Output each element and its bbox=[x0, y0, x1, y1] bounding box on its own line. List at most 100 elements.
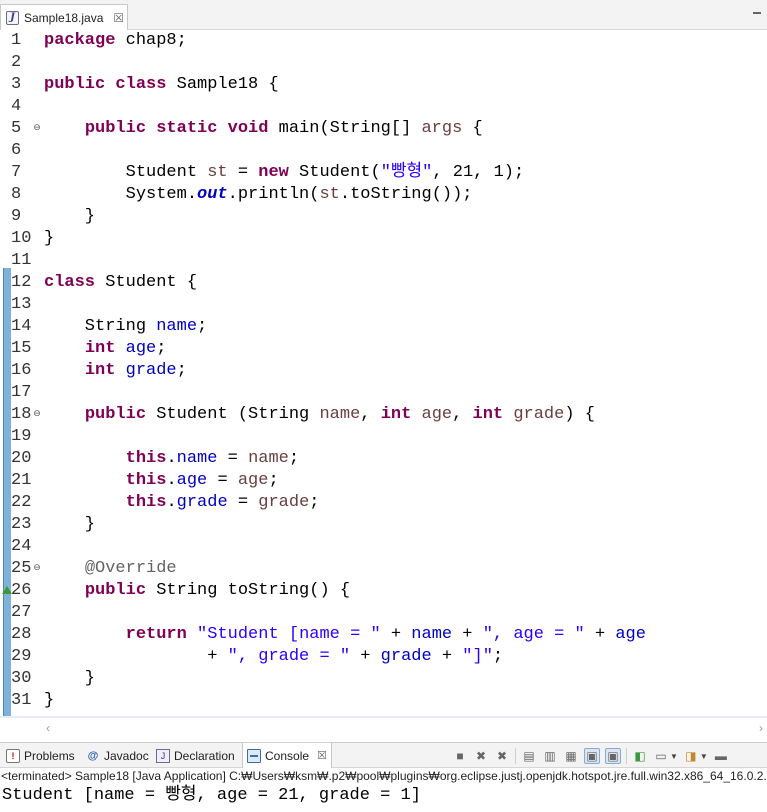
show-on-stderr-icon[interactable]: ▣ bbox=[605, 748, 621, 764]
code-line[interactable]: 31} bbox=[0, 690, 767, 712]
tab-console[interactable]: Console ☒ bbox=[242, 743, 332, 768]
line-number: 29 bbox=[11, 647, 32, 666]
show-on-stdout-icon[interactable]: ▣ bbox=[584, 748, 600, 764]
code-line[interactable]: 19 bbox=[0, 426, 767, 448]
code-line[interactable]: 1 package chap8; bbox=[0, 30, 767, 52]
code-line[interactable]: 28 return "Student [name = " + name + ",… bbox=[0, 624, 767, 646]
line-number: 8 bbox=[11, 185, 22, 204]
minimize-icon[interactable] bbox=[753, 12, 761, 14]
code-line[interactable]: 22 this.grade = grade; bbox=[0, 492, 767, 514]
code-line[interactable]: 9 } bbox=[0, 206, 767, 228]
code-text: System.out.println(st.toString()); bbox=[44, 185, 473, 204]
tab-problems[interactable]: ! Problems bbox=[2, 743, 79, 768]
code-text: String name; bbox=[44, 317, 208, 336]
code-text: public static void main(String[] args { bbox=[84, 119, 483, 138]
remove-launch-icon[interactable]: ✖ bbox=[473, 748, 489, 764]
code-line[interactable]: 12 class Student { bbox=[0, 272, 767, 294]
code-line[interactable]: 24 bbox=[0, 536, 767, 558]
view-minimize-icon[interactable]: ▬ bbox=[713, 748, 729, 764]
code-text: int age; bbox=[84, 339, 167, 358]
code-line[interactable]: 4 bbox=[0, 96, 767, 118]
scroll-lock-icon[interactable]: ▥ bbox=[542, 748, 558, 764]
code-text: } bbox=[44, 691, 55, 710]
code-line[interactable]: 7 Student st = new Student("빵형", 21, 1); bbox=[0, 162, 767, 184]
code-line[interactable]: 18 ⊖ public Student (String name, int age… bbox=[0, 404, 767, 426]
code-line[interactable]: 23 } bbox=[0, 514, 767, 536]
code-line[interactable]: 2 bbox=[0, 52, 767, 74]
display-console-icon[interactable]: ▭ bbox=[653, 748, 669, 764]
code-line[interactable]: 25 ⊖ @Override bbox=[0, 558, 767, 580]
horizontal-scrollbar[interactable]: ‹ › bbox=[0, 718, 767, 740]
terminate-icon[interactable]: ■ bbox=[452, 748, 468, 764]
editor-tab-sample18[interactable]: J Sample18.java ☒ bbox=[0, 4, 128, 30]
line-number: 30 bbox=[11, 669, 32, 688]
line-number: 1 bbox=[11, 31, 22, 50]
code-text: class Student { bbox=[44, 273, 198, 292]
view-tab-bar: ! Problems @ Javadoc J Declaration Conso… bbox=[0, 742, 767, 768]
scroll-right-icon[interactable]: › bbox=[759, 721, 763, 735]
code-line[interactable]: 3 public class Sample18 { bbox=[0, 74, 767, 96]
close-icon[interactable]: ☒ bbox=[113, 11, 124, 25]
code-line[interactable]: 13 bbox=[0, 294, 767, 316]
line-number: 7 bbox=[11, 163, 22, 182]
code-text: + ", grade = " + grade + "]"; bbox=[44, 647, 504, 666]
word-wrap-icon[interactable]: ▦ bbox=[563, 748, 579, 764]
open-console-dropdown-icon[interactable]: ▼ bbox=[700, 752, 708, 761]
code-line[interactable]: 20 this.name = name; bbox=[0, 448, 767, 470]
code-line[interactable]: 15 int age; bbox=[0, 338, 767, 360]
code-line[interactable]: 11 bbox=[0, 250, 767, 272]
line-number: 20 bbox=[11, 449, 32, 468]
code-line[interactable]: 29 + ", grade = " + grade + "]"; bbox=[0, 646, 767, 668]
code-line[interactable]: 5 ⊖ public static void main(String[] args… bbox=[0, 118, 767, 140]
line-number: 26 bbox=[11, 581, 32, 600]
code-text: public Student (String name, int age, in… bbox=[84, 405, 595, 424]
line-number: 28 bbox=[11, 625, 32, 644]
code-line[interactable]: 27 bbox=[0, 602, 767, 624]
line-number: 22 bbox=[11, 493, 32, 512]
code-line[interactable]: 21 this.age = age; bbox=[0, 470, 767, 492]
code-text: Student st = new Student("빵형", 21, 1); bbox=[44, 163, 525, 182]
console-close-icon[interactable]: ☒ bbox=[317, 749, 327, 762]
code-text: public String toString() { bbox=[84, 581, 351, 600]
fold-toggle-icon[interactable]: ⊖ bbox=[32, 123, 42, 133]
clear-console-icon[interactable]: ▤ bbox=[521, 748, 537, 764]
display-console-dropdown-icon[interactable]: ▼ bbox=[670, 752, 678, 761]
line-number: 2 bbox=[11, 53, 22, 72]
line-number: 25 bbox=[11, 559, 32, 578]
code-line[interactable]: 6 bbox=[0, 140, 767, 162]
tab-javadoc[interactable]: @ Javadoc bbox=[82, 743, 153, 768]
code-line[interactable]: 10} bbox=[0, 228, 767, 250]
line-number: 9 bbox=[11, 207, 22, 226]
code-line[interactable]: 8 System.out.println(st.toString()); bbox=[0, 184, 767, 206]
declaration-icon: J bbox=[156, 748, 170, 763]
line-number: 3 bbox=[11, 75, 22, 94]
pin-console-icon[interactable]: ◧ bbox=[632, 748, 648, 764]
line-number: 21 bbox=[11, 471, 32, 490]
toolbar-separator bbox=[626, 748, 627, 764]
tab-problems-label: Problems bbox=[24, 748, 75, 763]
console-output[interactable]: Student [name = 빵형, age = 21, grade = 1] bbox=[0, 785, 767, 809]
line-number: 16 bbox=[11, 361, 32, 380]
code-line[interactable]: 30 } bbox=[0, 668, 767, 690]
fold-toggle-icon[interactable]: ⊖ bbox=[32, 563, 42, 573]
code-text: package chap8; bbox=[44, 31, 187, 50]
code-line[interactable]: 26 public String toString() { bbox=[0, 580, 767, 602]
line-number: 19 bbox=[11, 427, 32, 446]
line-number: 14 bbox=[11, 317, 32, 336]
remove-all-launches-icon[interactable]: ✖ bbox=[494, 748, 510, 764]
code-line[interactable]: 14 String name; bbox=[0, 316, 767, 338]
override-marker-icon[interactable] bbox=[2, 586, 12, 594]
tab-declaration[interactable]: J Declaration bbox=[152, 743, 239, 768]
line-number: 10 bbox=[11, 229, 32, 248]
tab-declaration-label: Declaration bbox=[174, 748, 235, 763]
code-line[interactable]: 17 bbox=[0, 382, 767, 404]
toolbar-separator bbox=[515, 748, 516, 764]
javadoc-icon: @ bbox=[87, 749, 99, 762]
line-number: 5 bbox=[11, 119, 22, 138]
console-launch-info: <terminated> Sample18 [Java Application]… bbox=[1, 769, 767, 783]
open-console-icon[interactable]: ◨ bbox=[683, 748, 699, 764]
code-line[interactable]: 16 int grade; bbox=[0, 360, 767, 382]
fold-toggle-icon[interactable]: ⊖ bbox=[32, 409, 42, 419]
code-editor[interactable]: 1 package chap8; 2 3 public class Sample18 {… bbox=[0, 30, 767, 720]
scroll-left-icon[interactable]: ‹ bbox=[46, 721, 50, 735]
